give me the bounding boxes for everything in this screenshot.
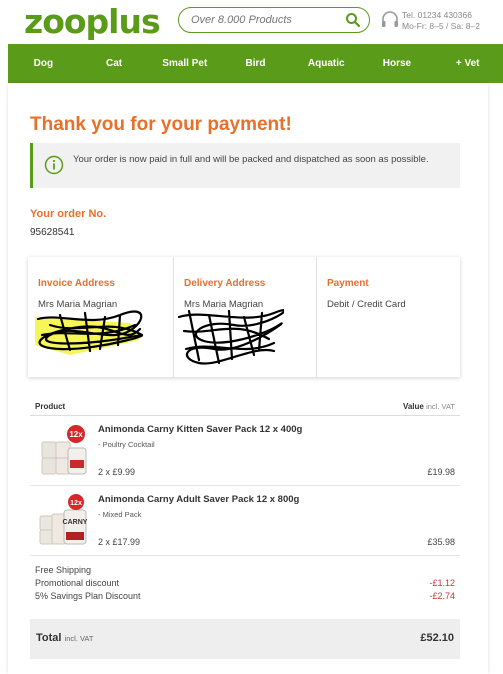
promo-discount-line: Promotional discount -£1.12: [35, 578, 455, 591]
savings-discount-label: 5% Savings Plan Discount: [35, 591, 141, 601]
nav-item-aquatic[interactable]: Aquatic: [291, 44, 362, 83]
search-input[interactable]: [191, 11, 341, 29]
total-vat-note: incl. VAT: [64, 634, 94, 643]
payment-info: Payment Debit / Credit Card: [316, 257, 460, 377]
total-label: Total incl. VAT: [36, 632, 93, 644]
promo-discount-value: -£1.12: [429, 578, 455, 588]
table-row: CARNY 12x Animonda Carny Adult Saver Pac…: [30, 486, 460, 556]
promo-discount-label: Promotional discount: [35, 578, 120, 588]
svg-text:CARNY: CARNY: [63, 519, 88, 526]
phone-number: Tel. 01234 430366: [402, 10, 472, 20]
savings-discount-value: -£2.74: [429, 591, 455, 601]
product-image[interactable]: 12x: [38, 424, 90, 478]
nav-item-horse[interactable]: Horse: [362, 44, 433, 83]
delivery-address: Delivery Address Mrs Maria Magrian: [173, 257, 316, 377]
order-table-header: Product Value incl. VAT: [30, 398, 460, 416]
shipping-line: Free Shipping: [35, 565, 455, 578]
info-text: Your order is now paid in full and will …: [73, 154, 429, 165]
total-label-text: Total: [36, 632, 62, 644]
invoice-address: Invoice Address Mrs Maria Magrian: [28, 257, 173, 377]
product-image[interactable]: CARNY 12x: [38, 494, 90, 548]
product-variant: - Poultry Cocktail: [98, 440, 155, 449]
redaction-scribble: [177, 309, 284, 365]
product-variant: - Mixed Pack: [98, 510, 142, 519]
product-quantity: 2 x £9.99: [98, 467, 136, 477]
payment-heading: Payment: [327, 278, 369, 289]
nav-item-dog[interactable]: Dog: [8, 44, 79, 83]
column-value: Value incl. VAT: [403, 402, 455, 411]
svg-text:12x: 12x: [70, 500, 82, 507]
payment-method: Debit / Credit Card: [327, 299, 406, 310]
order-number: 95628541: [30, 227, 75, 238]
invoice-address-heading: Invoice Address: [38, 278, 115, 289]
savings-discount-line: 5% Savings Plan Discount -£2.74: [35, 591, 455, 604]
order-total: Total incl. VAT £52.10: [30, 619, 460, 659]
product-price: £19.98: [427, 467, 455, 477]
nav-item-bird[interactable]: Bird: [220, 44, 291, 83]
info-message: Your order is now paid in full and will …: [30, 143, 460, 188]
nav-item-cat[interactable]: Cat: [79, 44, 150, 83]
order-number-label: Your order No.: [30, 208, 107, 220]
search-icon[interactable]: [345, 12, 361, 28]
table-row: 12x Animonda Carny Kitten Saver Pack 12 …: [30, 416, 460, 486]
delivery-address-heading: Delivery Address: [184, 278, 266, 289]
order-summary: Free Shipping Promotional discount -£1.1…: [35, 565, 455, 604]
shipping-label: Free Shipping: [35, 565, 92, 575]
svg-text:12x: 12x: [69, 430, 83, 439]
header: zooplus Tel. 01234 430366 Mo-Fr: 8–5 / S…: [0, 0, 503, 44]
column-product: Product: [35, 402, 66, 411]
opening-hours: Mo-Fr: 8–5 / Sa: 8–2: [402, 21, 480, 31]
product-price: £35.98: [427, 537, 455, 547]
redaction-scribble: [35, 310, 144, 355]
product-name[interactable]: Animonda Carny Kitten Saver Pack 12 x 40…: [98, 424, 302, 435]
column-value-label: Value: [402, 402, 424, 411]
headset-icon: [382, 11, 398, 27]
product-quantity: 2 x £17.99: [98, 537, 141, 547]
page-title: Thank you for your payment!: [30, 114, 292, 135]
total-value: £52.10: [420, 632, 454, 644]
main-nav: Dog Cat Small Pet Bird Aquatic Horse + V…: [8, 44, 503, 83]
zooplus-logo[interactable]: zooplus: [24, 2, 161, 42]
contact-info: Tel. 01234 430366 Mo-Fr: 8–5 / Sa: 8–2: [402, 10, 480, 32]
search-box[interactable]: [178, 7, 370, 33]
nav-item-vet[interactable]: + Vet: [432, 44, 503, 83]
column-value-note: incl. VAT: [426, 402, 455, 411]
nav-item-small-pet[interactable]: Small Pet: [149, 44, 220, 83]
info-icon: [44, 155, 64, 175]
address-panel: Invoice Address Mrs Maria Magrian Delive…: [28, 257, 460, 377]
product-name[interactable]: Animonda Carny Adult Saver Pack 12 x 800…: [98, 494, 299, 505]
